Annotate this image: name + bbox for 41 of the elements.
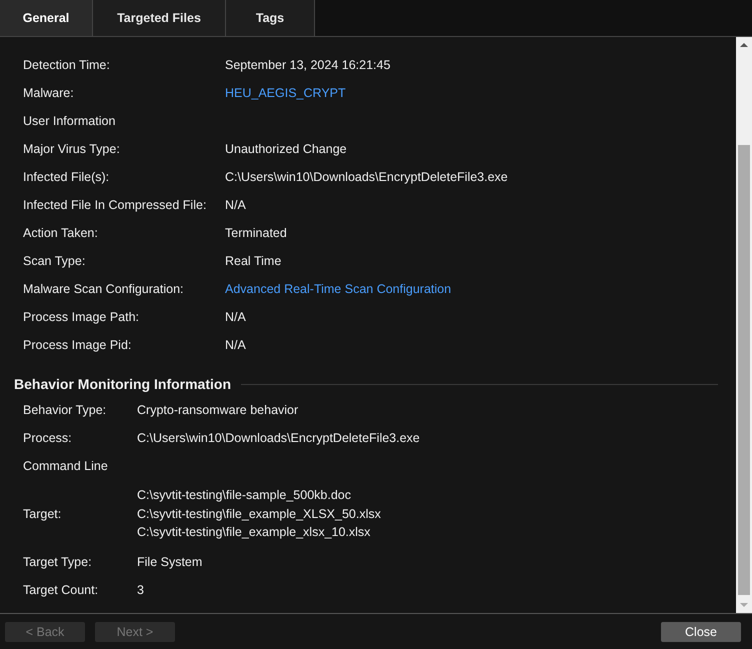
field-label: Target Count:	[23, 582, 100, 596]
field-value: Unauthorized Change	[225, 142, 348, 156]
section-title: Behavior Monitoring Information	[14, 376, 231, 392]
field-label: Process Image Pid:	[23, 338, 132, 352]
field-label: Command Line	[23, 459, 109, 473]
field-label: Malware:	[23, 86, 75, 100]
field-value: C:\Users\win10\Downloads\EncryptDeleteFile3.exe	[137, 431, 421, 445]
field-value: Real Time	[225, 254, 282, 268]
field-label: Action Taken:	[23, 226, 99, 240]
field-label: Process Image Path:	[23, 310, 140, 324]
field-label: Process:	[23, 431, 73, 445]
field-value: N/A	[225, 338, 247, 352]
field-label: Scan Type:	[23, 254, 86, 268]
field-label: Major Virus Type:	[23, 142, 121, 156]
field-value: N/A	[225, 198, 247, 212]
field-label: Infected File In Compressed File:	[23, 198, 208, 212]
field-value: C:\syvtit-testing\file-sample_500kb.doc	[137, 487, 352, 504]
field-value: C:\Users\win10\Downloads\EncryptDeleteFile3.exe	[225, 170, 509, 184]
field-value: Terminated	[225, 226, 288, 240]
field-label: Behavior Type:	[23, 403, 108, 417]
field-label: Detection Time:	[23, 58, 111, 72]
field-value: Crypto-ransomware behavior	[137, 403, 300, 417]
field-value: C:\syvtit-testing\file_example_xlsx_10.xlsx	[137, 524, 372, 541]
field-label: Target:	[23, 506, 62, 521]
tab[interactable]: Tags	[226, 0, 315, 36]
field-value: N/A	[225, 310, 247, 324]
scrollbar[interactable]	[736, 37, 752, 613]
field-value: File System	[137, 554, 204, 568]
value-link[interactable]: HEU_AEGIS_CRYPT	[225, 86, 718, 100]
field-label: Target Type:	[23, 554, 93, 568]
field-value: September 13, 2024 16:21:45	[225, 58, 392, 72]
field-label: Malware Scan Configuration:	[23, 282, 184, 296]
field-label: Infected File(s):	[23, 170, 110, 184]
dialog-button[interactable]: Close	[661, 622, 741, 642]
field-value: 3	[137, 582, 145, 596]
scroll-thumb[interactable]	[738, 145, 750, 595]
field-value: C:\syvtit-testing\file_example_XLSX_50.xlsx	[137, 506, 382, 523]
value-link[interactable]: Advanced Real-Time Scan Configuration	[225, 282, 718, 296]
field-label: User Information	[23, 114, 116, 128]
tab[interactable]: Targeted Files	[93, 0, 226, 36]
tab[interactable]: General	[0, 0, 93, 36]
